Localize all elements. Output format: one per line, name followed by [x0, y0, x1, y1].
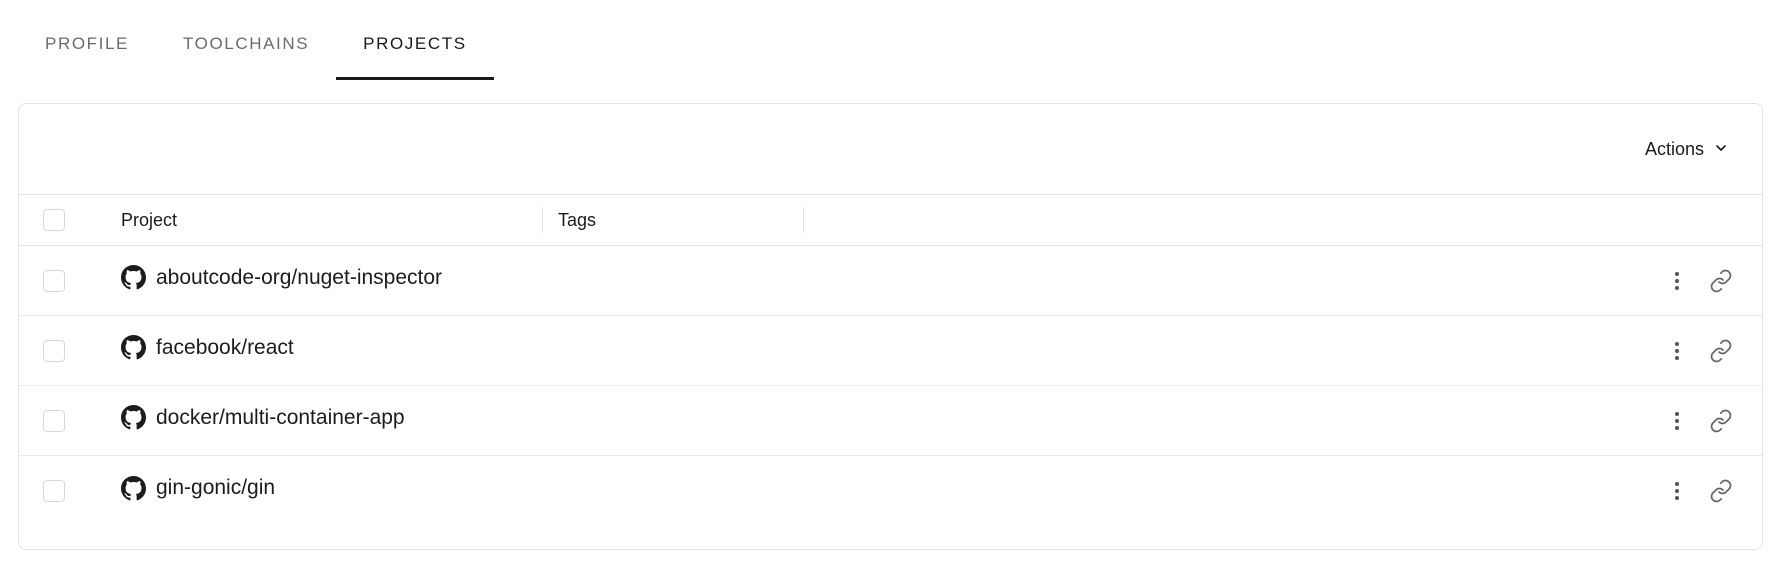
table-row: facebook/react — [19, 316, 1762, 386]
column-header-project[interactable]: Project — [121, 207, 543, 233]
link-icon[interactable] — [1706, 476, 1736, 506]
project-name: docker/multi-container-app — [156, 405, 405, 429]
github-icon — [121, 335, 146, 360]
row-checkbox[interactable] — [43, 269, 65, 292]
more-options-icon[interactable] — [1662, 266, 1692, 296]
tab-projects[interactable]: PROJECTS — [336, 0, 495, 80]
tab-toolchains[interactable]: TOOLCHAINS — [156, 0, 336, 80]
row-checkbox[interactable] — [43, 339, 65, 362]
project-cell[interactable]: facebook/react — [121, 335, 1662, 360]
table-row: aboutcode-org/nuget-inspector — [19, 246, 1762, 316]
project-cell[interactable]: gin-gonic/gin — [121, 475, 1662, 501]
project-name: gin-gonic/gin — [156, 476, 276, 499]
actions-label: Actions — [1644, 138, 1704, 159]
column-header-tags[interactable]: Tags — [543, 207, 804, 233]
actions-dropdown-button[interactable]: Actions — [1645, 139, 1728, 160]
project-name: facebook/react — [156, 335, 294, 359]
github-icon — [121, 405, 146, 430]
select-all-checkbox[interactable] — [43, 209, 65, 231]
row-checkbox[interactable] — [43, 480, 65, 502]
table-row: docker/multi-container-app — [19, 386, 1762, 456]
project-name: aboutcode-org/nuget-inspector — [156, 265, 443, 289]
table-row: gin-gonic/gin — [19, 456, 1762, 526]
projects-card: Actions Project Tags aboutcode-org/nuget… — [18, 103, 1763, 550]
more-options-icon[interactable] — [1662, 336, 1692, 366]
link-icon[interactable] — [1706, 336, 1736, 366]
more-options-icon[interactable] — [1662, 476, 1692, 506]
link-icon[interactable] — [1706, 406, 1736, 436]
tab-bar: PROFILE TOOLCHAINS PROJECTS — [18, 0, 495, 80]
github-icon — [121, 475, 146, 501]
chevron-down-icon — [1714, 139, 1728, 160]
project-cell[interactable]: docker/multi-container-app — [121, 405, 1662, 430]
more-options-icon[interactable] — [1662, 406, 1692, 436]
tab-profile[interactable]: PROFILE — [18, 0, 156, 80]
github-icon — [121, 265, 146, 290]
table-body: aboutcode-org/nuget-inspector facebook/r… — [19, 246, 1762, 526]
table-header: Project Tags — [19, 195, 1762, 246]
card-toolbar: Actions — [19, 104, 1762, 195]
project-cell[interactable]: aboutcode-org/nuget-inspector — [121, 265, 1662, 290]
row-checkbox[interactable] — [43, 409, 65, 432]
link-icon[interactable] — [1706, 266, 1736, 296]
